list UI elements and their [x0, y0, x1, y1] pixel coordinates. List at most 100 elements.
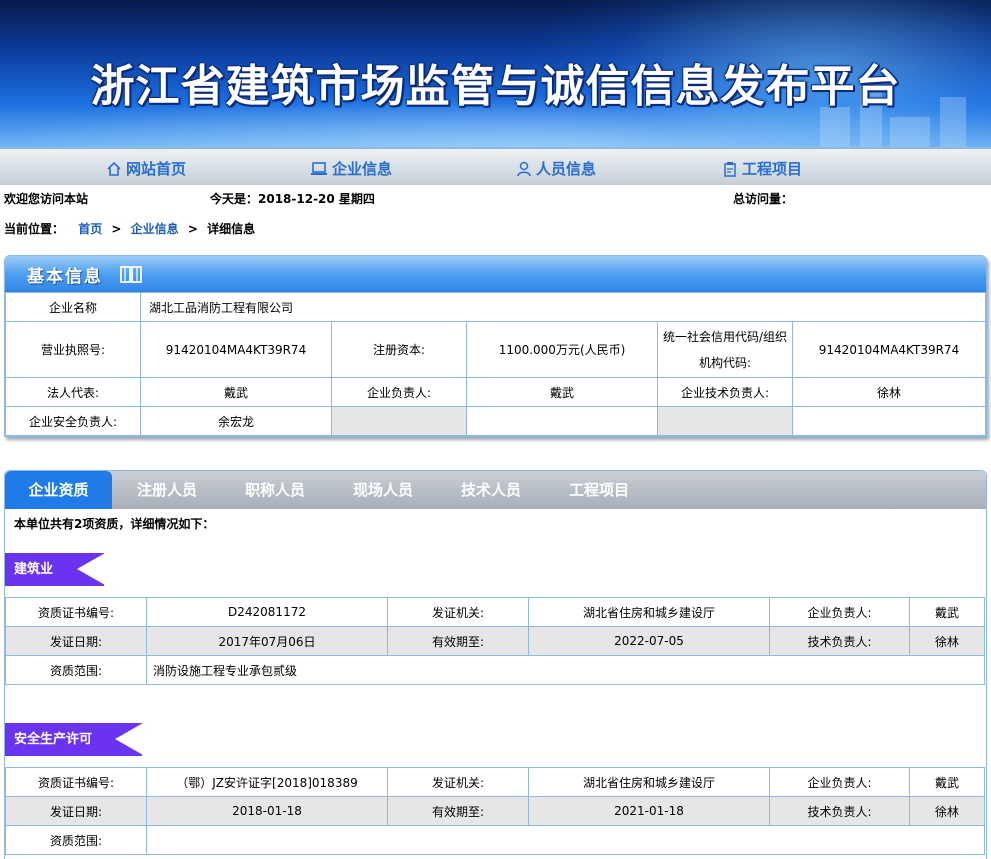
nav-home-label: 网站首页	[126, 160, 187, 178]
basic-info-table: 企业名称 湖北工品消防工程有限公司 营业执照号: 91420104MA4KT39…	[5, 292, 986, 436]
tab-projects[interactable]: 工程项目	[549, 471, 649, 509]
empty-cell	[792, 406, 986, 436]
table-row: 资质证书编号: D242081172 发证机关: 湖北省住房和城乡建设厅 企业负…	[5, 597, 985, 627]
valid-until-label: 有效期至:	[387, 796, 529, 826]
breadcrumb-current: 详细信息	[207, 222, 256, 236]
manager-label: 企业负责人:	[769, 767, 910, 797]
tech-lead-label: 企业技术负责人:	[657, 377, 793, 407]
site-title: 浙江省建筑市场监管与诚信信息发布平台	[90, 61, 901, 112]
main-nav: 网站首页 企业信息 人员信息 工程项目	[0, 147, 991, 185]
credit-code-value: 91420104MA4KT39R74	[792, 321, 986, 378]
date-text: 今天是：2018-12-20 星期四	[210, 192, 375, 206]
tab-qualification[interactable]: 企业资质	[5, 471, 112, 509]
header-banner: 浙江省建筑市场监管与诚信信息发布平台	[0, 0, 991, 147]
legal-rep-value: 戴武	[140, 377, 332, 407]
basic-info-panel: 基本信息 企业名称 湖北工品消防工程有限公司 营业执照号: 91420104MA…	[4, 255, 987, 437]
tab-technical-staff[interactable]: 技术人员	[441, 471, 541, 509]
breadcrumb-separator: >	[187, 222, 198, 236]
book-icon	[120, 266, 142, 283]
qualification-table: 资质证书编号: D242081172 发证机关: 湖北省住房和城乡建设厅 企业负…	[5, 597, 985, 685]
scope-value	[146, 825, 985, 855]
project-icon	[724, 161, 736, 177]
tech-lead-value: 徐林	[909, 626, 985, 656]
table-row: 资质证书编号: （鄂）JZ安许证字[2018]018389 发证机关: 湖北省住…	[5, 767, 985, 797]
table-row: 企业名称 湖北工品消防工程有限公司	[5, 292, 986, 322]
empty-cell	[657, 406, 793, 436]
issuer-label: 发证机关:	[387, 767, 529, 797]
license-label: 营业执照号:	[5, 321, 141, 378]
nav-personnel-label: 人员信息	[536, 160, 597, 178]
valid-until-value: 2022-07-05	[528, 626, 770, 656]
basic-info-title: 基本信息	[27, 267, 103, 287]
scope-label: 资质范围:	[5, 825, 147, 855]
section-heading-construction: 建筑业	[5, 553, 105, 586]
table-row: 发证日期: 2017年07月06日 有效期至: 2022-07-05 技术负责人…	[5, 626, 985, 656]
nav-company-label: 企业信息	[332, 160, 393, 178]
issue-date-value: 2017年07月06日	[146, 626, 388, 656]
issuer-value: 湖北省住房和城乡建设厅	[528, 767, 770, 797]
manager-value: 戴武	[909, 597, 985, 627]
breadcrumb-prefix: 当前位置：	[4, 222, 65, 236]
credit-code-label: 统一社会信用代码/组织机构代码:	[657, 321, 793, 378]
issue-date-label: 发证日期:	[5, 796, 147, 826]
tab-bar: 企业资质 注册人员 职称人员 现场人员 技术人员 工程项目	[5, 471, 986, 509]
manager-value: 戴武	[466, 377, 658, 407]
qualification-summary: 本单位共有2项资质，详细情况如下：	[14, 517, 215, 531]
table-row: 资质范围:	[5, 825, 985, 855]
nav-projects-label: 工程项目	[742, 160, 803, 178]
nav-projects[interactable]: 工程项目	[722, 158, 802, 179]
qualification-table: 资质证书编号: （鄂）JZ安许证字[2018]018389 发证机关: 湖北省住…	[5, 767, 985, 855]
tab-titled-staff[interactable]: 职称人员	[225, 471, 325, 509]
issue-date-label: 发证日期:	[5, 626, 147, 656]
tech-lead-label: 技术负责人:	[769, 626, 910, 656]
empty-cell	[466, 406, 658, 436]
section-heading-safety-license: 安全生产许可	[5, 723, 143, 756]
safety-lead-value: 余宏龙	[140, 406, 332, 436]
visit-count: 总访问量：	[733, 192, 794, 206]
capital-value: 1100.000万元(人民币)	[466, 321, 658, 378]
company-name-value: 湖北工品消防工程有限公司	[140, 292, 986, 322]
cert-no-label: 资质证书编号:	[5, 597, 147, 627]
safety-lead-label: 企业安全负责人:	[5, 406, 141, 436]
breadcrumb-home[interactable]: 首页	[78, 222, 102, 236]
table-row: 法人代表: 戴武 企业负责人: 戴武 企业技术负责人: 徐林	[5, 377, 986, 407]
scope-label: 资质范围:	[5, 655, 147, 685]
breadcrumb: 当前位置： 首页 > 企业信息 > 详细信息	[4, 220, 255, 237]
tab-registered-staff[interactable]: 注册人员	[117, 471, 217, 509]
tech-lead-label: 技术负责人:	[769, 796, 910, 826]
laptop-icon	[311, 161, 327, 175]
company-name-label: 企业名称	[5, 292, 141, 322]
breadcrumb-separator: >	[111, 222, 122, 236]
cert-no-value: （鄂）JZ安许证字[2018]018389	[146, 767, 388, 797]
cert-no-label: 资质证书编号:	[5, 767, 147, 797]
manager-value: 戴武	[909, 767, 985, 797]
scope-value: 消防设施工程专业承包贰级	[146, 655, 985, 685]
welcome-text: 欢迎您访问本站	[4, 192, 89, 206]
table-row: 资质范围: 消防设施工程专业承包贰级	[5, 655, 985, 685]
table-row: 营业执照号: 91420104MA4KT39R74 注册资本: 1100.000…	[5, 321, 986, 378]
table-row: 发证日期: 2018-01-18 有效期至: 2021-01-18 技术负责人:…	[5, 796, 985, 826]
empty-cell	[331, 406, 467, 436]
manager-label: 企业负责人:	[331, 377, 467, 407]
detail-tabs-panel: 企业资质 注册人员 职称人员 现场人员 技术人员 工程项目 本单位共有2项资质，…	[4, 470, 987, 859]
home-icon	[107, 161, 121, 176]
issuer-label: 发证机关:	[387, 597, 529, 627]
manager-label: 企业负责人:	[769, 597, 910, 627]
banner-decoration	[890, 117, 930, 147]
basic-info-header: 基本信息	[5, 256, 986, 292]
nav-personnel[interactable]: 人员信息	[516, 158, 596, 179]
tech-lead-value: 徐林	[792, 377, 986, 407]
nav-company[interactable]: 企业信息	[310, 158, 392, 179]
tab-onsite-staff[interactable]: 现场人员	[333, 471, 433, 509]
table-row: 企业安全负责人: 余宏龙	[5, 406, 986, 436]
legal-rep-label: 法人代表:	[5, 377, 141, 407]
valid-until-value: 2021-01-18	[528, 796, 770, 826]
breadcrumb-company[interactable]: 企业信息	[131, 222, 179, 236]
issue-date-value: 2018-01-18	[146, 796, 388, 826]
valid-until-label: 有效期至:	[387, 626, 529, 656]
nav-home[interactable]: 网站首页	[106, 158, 186, 179]
tech-lead-value: 徐林	[909, 796, 985, 826]
capital-label: 注册资本:	[331, 321, 467, 378]
issuer-value: 湖北省住房和城乡建设厅	[528, 597, 770, 627]
license-value: 91420104MA4KT39R74	[140, 321, 332, 378]
